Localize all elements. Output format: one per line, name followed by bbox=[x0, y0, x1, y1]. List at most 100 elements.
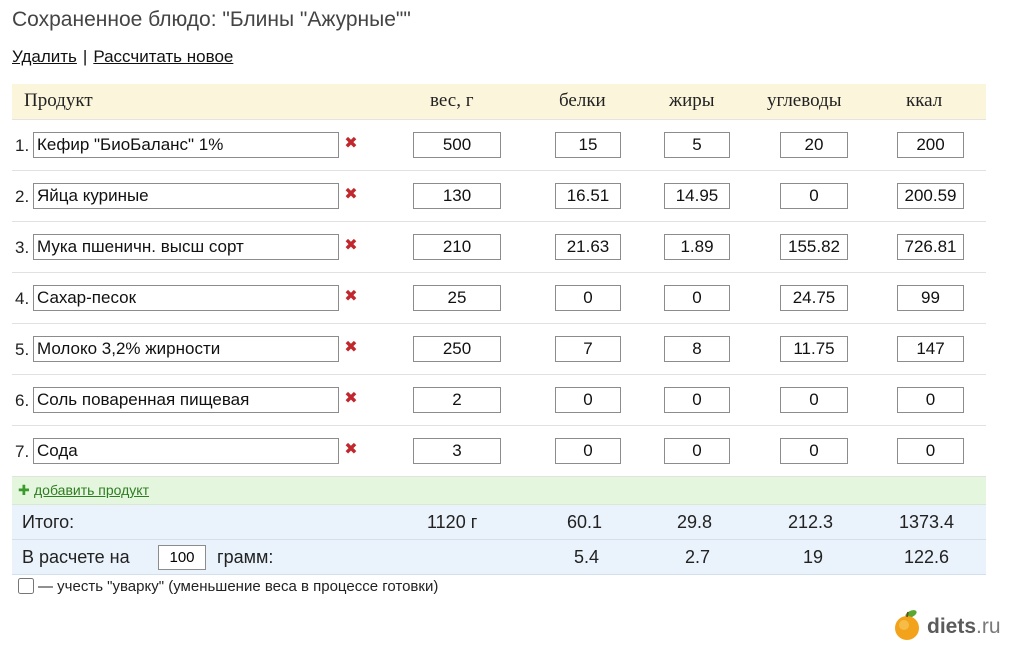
boil-checkbox[interactable] bbox=[18, 578, 34, 594]
col-protein: белки bbox=[559, 90, 606, 111]
carbs-input[interactable] bbox=[780, 132, 848, 158]
row-number: 4. bbox=[15, 289, 30, 308]
kcal-input[interactable] bbox=[897, 132, 964, 158]
product-name-input[interactable] bbox=[33, 336, 339, 362]
per-fat: 2.7 bbox=[685, 547, 711, 567]
col-weight: вес, г bbox=[430, 90, 474, 111]
table-row: 4. ✖ bbox=[12, 273, 986, 324]
col-kcal: ккал bbox=[906, 90, 943, 111]
table-row: 6. ✖ bbox=[12, 375, 986, 426]
recalc-link[interactable]: Рассчитать новое bbox=[93, 47, 233, 66]
delete-x-icon[interactable]: ✖ bbox=[344, 440, 358, 460]
delete-x-icon[interactable]: ✖ bbox=[344, 134, 358, 154]
carbs-input[interactable] bbox=[780, 438, 848, 464]
per-label-after: грамм: bbox=[217, 547, 274, 567]
per-amount-row: В расчете на грамм: 5.4 2.7 19 122.6 bbox=[12, 540, 986, 575]
protein-input[interactable] bbox=[555, 285, 621, 311]
boil-option: — учесть "уварку" (уменьшение веса в про… bbox=[18, 578, 438, 595]
row-number: 2. bbox=[15, 187, 30, 206]
per-amount-input[interactable] bbox=[158, 545, 206, 570]
delete-x-icon[interactable]: ✖ bbox=[344, 236, 358, 256]
logo-text: diets.ru bbox=[927, 615, 1001, 639]
protein-input[interactable] bbox=[555, 234, 621, 260]
protein-input[interactable] bbox=[555, 183, 621, 209]
totals-fat: 29.8 bbox=[677, 512, 713, 532]
col-product: Продукт bbox=[24, 90, 93, 111]
totals-carbs: 212.3 bbox=[788, 512, 834, 532]
carbs-input[interactable] bbox=[780, 183, 848, 209]
row-number: 6. bbox=[15, 391, 30, 410]
fat-input[interactable] bbox=[664, 438, 730, 464]
kcal-input[interactable] bbox=[897, 336, 964, 362]
weight-input[interactable] bbox=[413, 336, 501, 362]
fat-input[interactable] bbox=[664, 336, 730, 362]
recipe-table: Продукт вес, г белки жиры углеводы ккал … bbox=[12, 84, 986, 575]
carbs-input[interactable] bbox=[780, 387, 848, 413]
table-row: 2. ✖ bbox=[12, 171, 986, 222]
plus-icon: ✚ bbox=[18, 482, 30, 498]
fat-input[interactable] bbox=[664, 234, 730, 260]
per-carbs: 19 bbox=[803, 547, 824, 567]
weight-input[interactable] bbox=[413, 132, 501, 158]
product-name-input[interactable] bbox=[33, 285, 339, 311]
col-carbs: углеводы bbox=[767, 90, 842, 111]
table-header: Продукт вес, г белки жиры углеводы ккал bbox=[12, 84, 986, 120]
weight-input[interactable] bbox=[413, 438, 501, 464]
delete-x-icon[interactable]: ✖ bbox=[344, 389, 358, 409]
table-row: 5. ✖ bbox=[12, 324, 986, 375]
table-row: 7. ✖ bbox=[12, 426, 986, 477]
add-product-link[interactable]: добавить продукт bbox=[34, 482, 149, 498]
fat-input[interactable] bbox=[664, 183, 730, 209]
product-name-input[interactable] bbox=[33, 234, 339, 260]
fat-input[interactable] bbox=[664, 132, 730, 158]
product-name-input[interactable] bbox=[33, 183, 339, 209]
action-separator: | bbox=[82, 47, 88, 66]
protein-input[interactable] bbox=[555, 132, 621, 158]
action-links: Удалить | Рассчитать новое bbox=[12, 47, 233, 67]
product-name-input[interactable] bbox=[33, 387, 339, 413]
logo-domain: .ru bbox=[976, 615, 1001, 638]
totals-protein: 60.1 bbox=[567, 512, 603, 532]
product-rows: 1. ✖ 2. ✖ 3. ✖ 4. ✖ 5. ✖ 6. ✖ 7. ✖ bbox=[12, 120, 986, 477]
kcal-input[interactable] bbox=[897, 285, 964, 311]
weight-input[interactable] bbox=[413, 285, 501, 311]
totals-weight: 1120 г bbox=[427, 512, 478, 532]
row-number: 7. bbox=[15, 442, 30, 461]
col-fat: жиры bbox=[669, 90, 715, 111]
fat-input[interactable] bbox=[664, 387, 730, 413]
protein-input[interactable] bbox=[555, 438, 621, 464]
delete-x-icon[interactable]: ✖ bbox=[344, 185, 358, 205]
row-number: 5. bbox=[15, 340, 30, 359]
row-number: 3. bbox=[15, 238, 30, 257]
per-protein: 5.4 bbox=[574, 547, 600, 567]
delete-x-icon[interactable]: ✖ bbox=[344, 338, 358, 358]
weight-input[interactable] bbox=[413, 234, 501, 260]
per-kcal: 122.6 bbox=[904, 547, 950, 567]
protein-input[interactable] bbox=[555, 387, 621, 413]
row-number: 1. bbox=[15, 136, 30, 155]
add-product-row: ✚ добавить продукт bbox=[12, 477, 986, 505]
fat-input[interactable] bbox=[664, 285, 730, 311]
delete-x-icon[interactable]: ✖ bbox=[344, 287, 358, 307]
product-name-input[interactable] bbox=[33, 438, 339, 464]
kcal-input[interactable] bbox=[897, 438, 964, 464]
kcal-input[interactable] bbox=[897, 387, 964, 413]
apple-icon bbox=[895, 610, 919, 640]
totals-kcal: 1373.4 bbox=[899, 512, 955, 532]
kcal-input[interactable] bbox=[897, 183, 964, 209]
carbs-input[interactable] bbox=[780, 234, 848, 260]
protein-input[interactable] bbox=[555, 336, 621, 362]
per-label-before: В расчете на bbox=[22, 547, 130, 567]
totals-label: Итого: bbox=[22, 512, 75, 532]
table-row: 1. ✖ bbox=[12, 120, 986, 171]
weight-input[interactable] bbox=[413, 183, 501, 209]
carbs-input[interactable] bbox=[780, 336, 848, 362]
carbs-input[interactable] bbox=[780, 285, 848, 311]
table-row: 3. ✖ bbox=[12, 222, 986, 273]
totals-row: Итого: 1120 г 60.1 29.8 212.3 1373.4 bbox=[12, 505, 986, 540]
kcal-input[interactable] bbox=[897, 234, 964, 260]
weight-input[interactable] bbox=[413, 387, 501, 413]
product-name-input[interactable] bbox=[33, 132, 339, 158]
page-title: Сохраненное блюдо: "Блины "Ажурные"" bbox=[12, 8, 411, 31]
delete-link[interactable]: Удалить bbox=[12, 47, 77, 66]
